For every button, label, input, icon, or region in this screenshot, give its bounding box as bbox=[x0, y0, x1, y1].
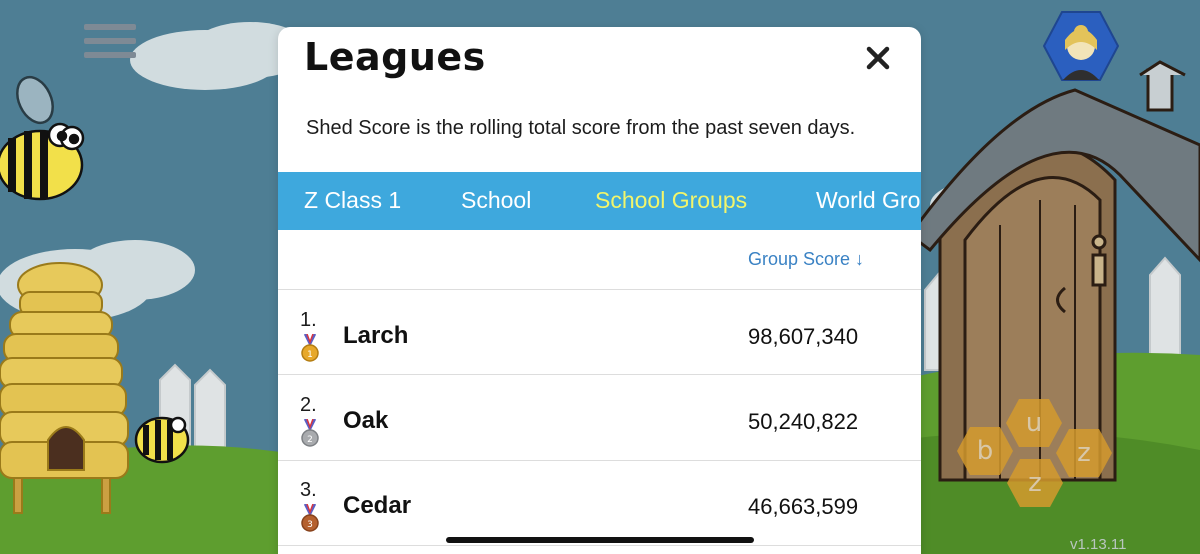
group-name: Cedar bbox=[343, 492, 412, 519]
version-label: v1.13.11 bbox=[1070, 536, 1127, 553]
hamburger-menu-button[interactable] bbox=[84, 22, 136, 62]
svg-text:2: 2 bbox=[307, 435, 313, 445]
rank-number: 3. bbox=[300, 479, 317, 501]
close-icon[interactable] bbox=[864, 44, 892, 72]
bronze-medal-icon: 3 bbox=[300, 503, 320, 534]
tab-school-groups[interactable]: School Groups bbox=[595, 187, 747, 214]
user-avatar-icon[interactable] bbox=[1042, 10, 1120, 82]
divider bbox=[278, 374, 921, 375]
tab-school[interactable]: School bbox=[461, 187, 531, 214]
home-indicator[interactable] bbox=[446, 537, 754, 543]
leagues-modal: Leagues Shed Score is the rolling total … bbox=[278, 27, 921, 554]
divider bbox=[278, 545, 921, 546]
modal-subtitle: Shed Score is the rolling total score fr… bbox=[306, 117, 856, 139]
letter-tile-z[interactable]: z bbox=[1006, 458, 1064, 508]
league-tabs: Z Class 1 School School Groups World Gro bbox=[278, 172, 921, 230]
leaderboard-row[interactable]: 2. 2 Oak 50,240,822 bbox=[278, 390, 921, 475]
letter-tile-label: z bbox=[1028, 468, 1042, 498]
divider bbox=[278, 460, 921, 461]
group-score: 46,663,599 bbox=[748, 494, 859, 519]
svg-text:1: 1 bbox=[307, 350, 313, 360]
tab-world-groups[interactable]: World Gro bbox=[816, 187, 920, 214]
rank-number: 1. bbox=[300, 309, 317, 331]
group-score-sort-header[interactable]: Group Score ↓ bbox=[748, 249, 864, 270]
group-name: Oak bbox=[343, 407, 389, 434]
group-name: Larch bbox=[343, 322, 409, 349]
silver-medal-icon: 2 bbox=[300, 418, 320, 449]
modal-title: Leagues bbox=[304, 35, 486, 79]
tab-z-class-1[interactable]: Z Class 1 bbox=[304, 187, 401, 214]
group-score: 50,240,822 bbox=[748, 409, 859, 434]
divider bbox=[278, 289, 921, 290]
leaderboard-row[interactable]: 1. 1 Larch 98,607,340 bbox=[278, 305, 921, 390]
rank-number: 2. bbox=[300, 394, 317, 416]
gold-medal-icon: 1 bbox=[300, 333, 320, 364]
group-score: 98,607,340 bbox=[748, 324, 859, 349]
svg-text:3: 3 bbox=[307, 520, 313, 530]
